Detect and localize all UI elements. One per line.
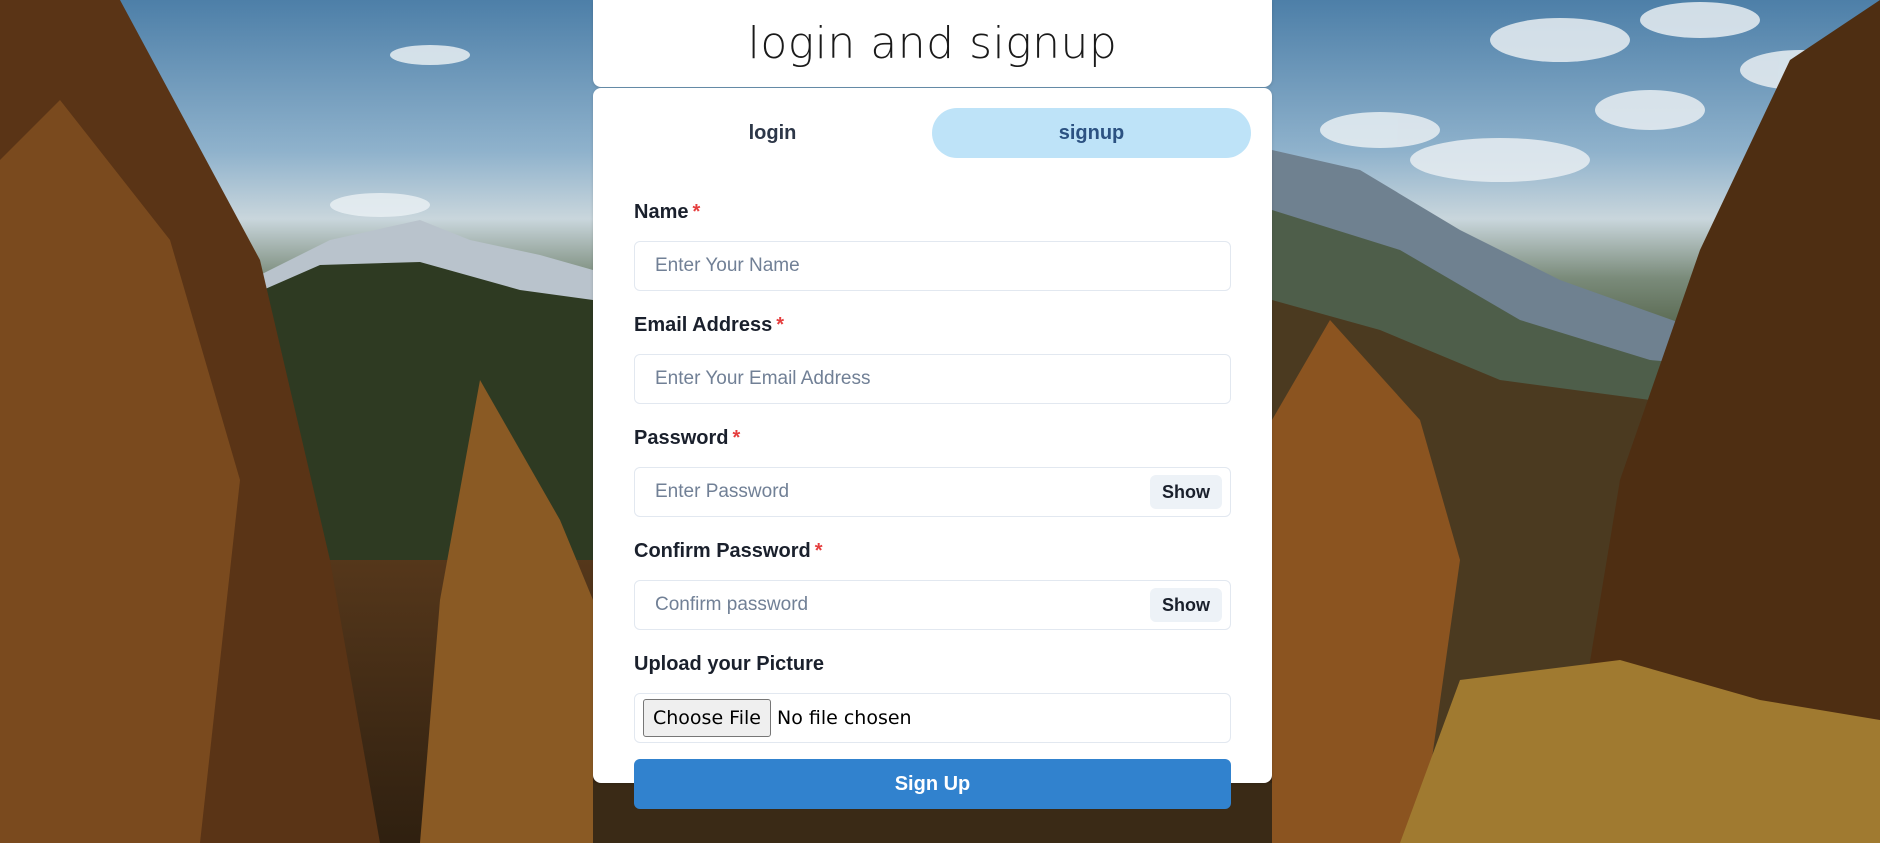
upload-picture-label: Upload your Picture	[634, 653, 825, 675]
page-title: login and signup	[747, 18, 1118, 69]
name-input[interactable]	[635, 242, 1230, 290]
required-asterisk: *	[814, 540, 823, 562]
required-asterisk: *	[776, 314, 784, 336]
header-card: login and signup	[593, 0, 1272, 87]
required-asterisk: *	[732, 427, 741, 449]
show-confirm-password-button[interactable]: Show	[1150, 588, 1222, 622]
choose-file-button[interactable]: Choose File	[643, 699, 771, 737]
tab-signup[interactable]: signup	[932, 108, 1251, 158]
email-input[interactable]	[635, 355, 1230, 403]
confirm-password-label: Confirm Password *	[634, 539, 1231, 563]
name-label: Name *	[634, 200, 1231, 224]
required-asterisk: *	[692, 201, 701, 223]
password-input[interactable]	[635, 468, 1230, 516]
sign-up-button[interactable]: Sign Up	[634, 759, 1231, 809]
password-field-wrapper: Show	[634, 467, 1231, 517]
tab-login[interactable]: login	[613, 108, 932, 158]
password-label-text: Password	[634, 427, 729, 449]
confirm-password-label-text: Confirm Password	[634, 540, 811, 562]
password-label: Password *	[634, 426, 1231, 450]
signup-form: Name* Email Address* Password* Show Conf…	[634, 200, 1231, 809]
name-label-text: Name	[634, 201, 689, 223]
email-label: Email Address *	[634, 313, 1231, 337]
show-password-button[interactable]: Show	[1150, 475, 1222, 509]
email-field-wrapper	[634, 354, 1231, 404]
confirm-password-input[interactable]	[635, 581, 1230, 629]
file-upload-field: Choose File No file chosen	[634, 693, 1231, 743]
auth-tabs: login signup	[613, 108, 1251, 158]
file-status-text: No file chosen	[776, 707, 912, 729]
email-label-text: Email Address	[634, 314, 773, 336]
auth-card: login signup Name* Email Address* Passwo…	[593, 88, 1272, 809]
confirm-password-field-wrapper: Show	[634, 580, 1231, 630]
name-field-wrapper	[634, 241, 1231, 291]
